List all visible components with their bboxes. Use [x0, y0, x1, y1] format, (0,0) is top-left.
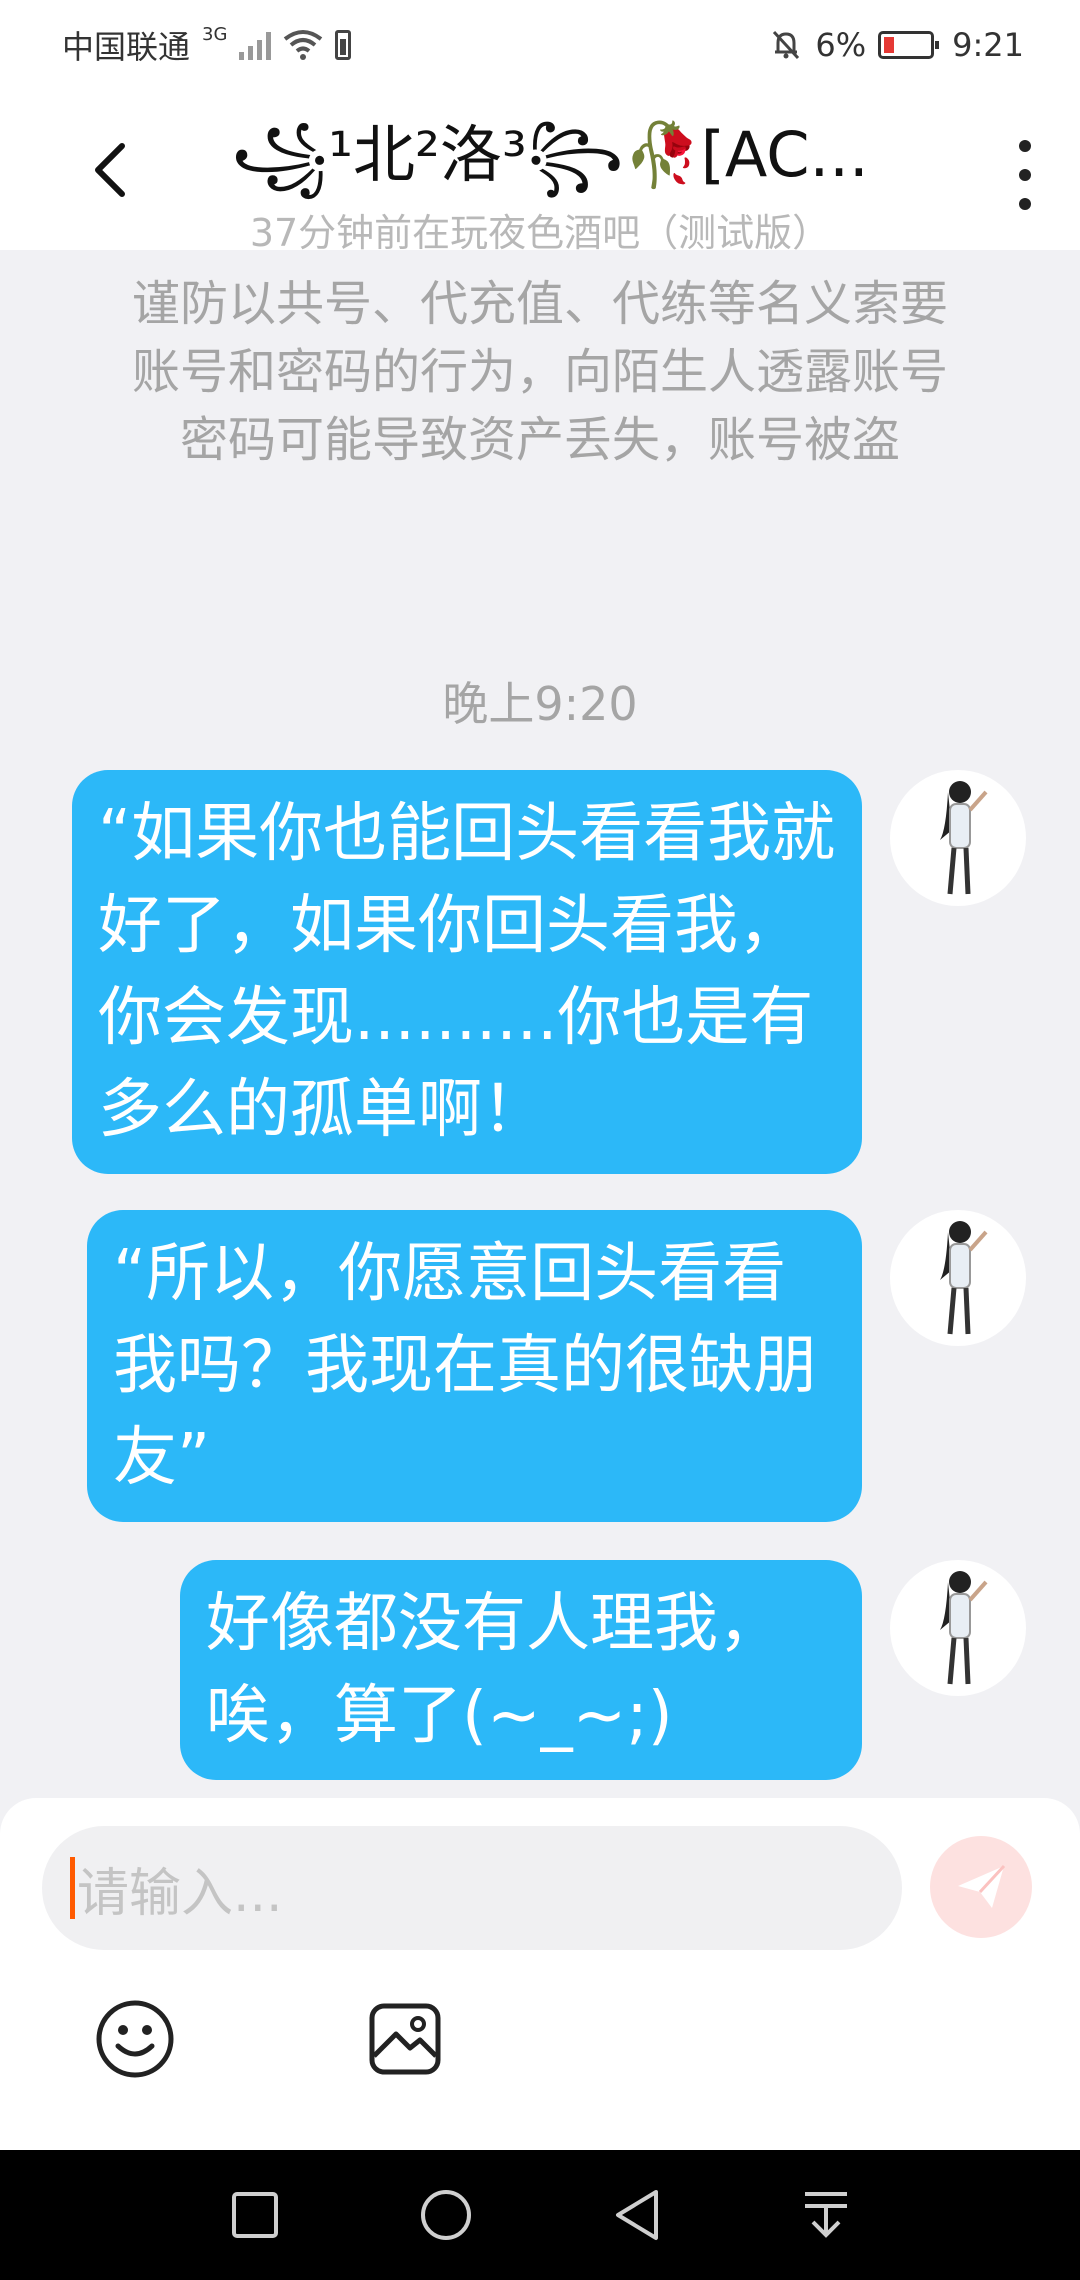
avatar[interactable] [890, 770, 1026, 906]
message-bubble[interactable]: 好像都没有人理我，唉，算了(~_~;) [180, 1560, 862, 1780]
security-notice: 谨防以共号、代充值、代练等名义索要账号和密码的行为，向陌生人透露账号密码可能导致… [131, 276, 948, 468]
avatar[interactable] [890, 1560, 1026, 1696]
avatar-figure-icon [940, 1221, 988, 1335]
message-text: “所以，你愿意回头看看我吗？我现在真的很缺朋友” [113, 1237, 817, 1495]
status-right: 6% 9:21 [769, 26, 1024, 64]
input-placeholder: 请输入... [77, 1863, 283, 1924]
battery-percent: 6% [815, 26, 867, 64]
dot-icon [1019, 140, 1031, 152]
input-panel: 请输入... [0, 1798, 1080, 2150]
battery-icon [878, 31, 940, 59]
emoji-button[interactable] [94, 1998, 176, 2080]
avatar[interactable] [890, 1210, 1026, 1346]
dot-icon [1019, 169, 1031, 181]
back-button[interactable] [70, 130, 150, 210]
sim-battery-icon [335, 30, 352, 60]
message-input[interactable]: 请输入... [42, 1826, 902, 1950]
notification-pulldown-icon[interactable] [801, 2188, 851, 2242]
carrier-name: 中国联通 [62, 28, 191, 66]
recents-icon[interactable] [230, 2190, 280, 2240]
back-triangle-icon[interactable] [612, 2188, 662, 2242]
message-bubble[interactable]: “所以，你愿意回头看看我吗？我现在真的很缺朋友” [87, 1210, 862, 1522]
avatar-figure-icon [940, 1571, 988, 1685]
status-bar: 中国联通 3G 6% 9:21 [0, 0, 1080, 90]
text-caret [70, 1857, 75, 1919]
status-left: 中国联通 3G [62, 22, 352, 68]
smiley-icon [96, 2000, 174, 2078]
wifi-icon [284, 30, 323, 60]
bell-muted-icon [773, 30, 800, 60]
home-icon[interactable] [419, 2188, 473, 2242]
message-text: “如果你也能回头看看我就好了，如果你回头看我，你会发现..........你也是… [98, 797, 836, 1147]
image-icon [369, 2003, 441, 2075]
message-text: 好像都没有人理我，唉，算了(~_~;) [206, 1587, 782, 1753]
clock: 9:21 [952, 26, 1024, 64]
more-options-button[interactable] [1010, 140, 1040, 210]
time-divider: 晚上9:20 [442, 677, 638, 731]
chevron-left-icon [95, 143, 125, 197]
network-type: 3G [202, 24, 228, 45]
system-nav-bar [0, 2150, 1080, 2280]
message-bubble[interactable]: “如果你也能回头看看我就好了，如果你回头看我，你会发现..........你也是… [72, 770, 862, 1174]
contact-status: 37分钟前在玩夜色酒吧（测试版） [249, 211, 831, 255]
signal-icon [239, 30, 272, 60]
image-button[interactable] [364, 1998, 446, 2080]
chat-header: ꧁¹北²洛³꧂🥀[AC... 37分钟前在玩夜色酒吧（测试版） [0, 90, 1080, 255]
send-button[interactable] [930, 1836, 1032, 1938]
avatar-figure-icon [940, 781, 988, 895]
paper-plane-icon [958, 1864, 1006, 1908]
